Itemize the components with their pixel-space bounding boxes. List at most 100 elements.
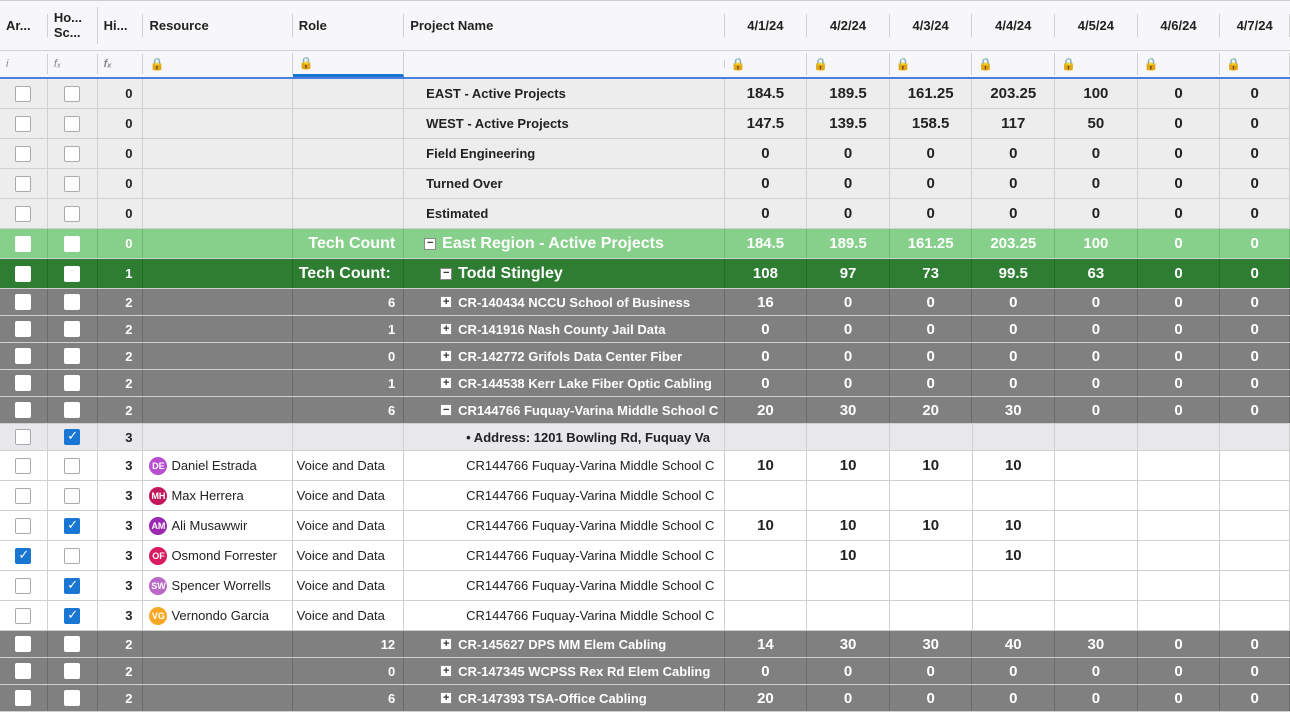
day-cell[interactable]: 203.25 [972,229,1055,258]
resource-row[interactable]: 3 DEDaniel Estrada Voice and Data CR1447… [0,451,1290,481]
day-cell[interactable] [1138,451,1221,480]
day-cell[interactable] [890,481,973,510]
day-cell[interactable] [1055,571,1138,600]
project-row[interactable]: 2 6 +CR-140434 NCCU School of Business16… [0,289,1290,316]
day-cell[interactable]: 20 [725,685,808,711]
col-date-0[interactable]: 4/1/24 [725,14,808,37]
checkbox[interactable] [64,86,80,102]
checkbox[interactable] [64,375,80,391]
checkbox[interactable] [15,321,31,337]
day-cell[interactable]: 10 [725,451,808,480]
day-cell[interactable]: 63 [1055,259,1138,288]
checkbox[interactable] [15,429,31,445]
project-row[interactable]: 2 6 −CR144766 Fuquay-Varina Middle Schoo… [0,397,1290,424]
day-cell[interactable]: 0 [890,316,973,342]
day-cell[interactable]: 30 [972,397,1055,423]
expand-icon[interactable]: + [440,665,452,677]
day-cell[interactable]: 0 [1220,259,1290,288]
day-cell[interactable]: 0 [890,685,973,711]
checkbox[interactable] [15,488,31,504]
checkbox[interactable] [64,578,80,594]
region-row[interactable]: 0 Tech Count −East Region - Active Proje… [0,229,1290,259]
resource-name[interactable]: OFOsmond Forrester [143,541,292,570]
checkbox[interactable] [64,663,80,679]
day-cell[interactable]: 0 [1220,631,1290,657]
checkbox[interactable] [64,488,80,504]
expand-icon[interactable]: + [440,638,452,650]
day-cell[interactable]: 0 [890,289,973,315]
checkbox[interactable] [15,236,31,252]
day-cell[interactable]: 10 [807,541,890,570]
day-cell[interactable]: 147.5 [725,109,808,138]
day-cell[interactable]: 100 [1055,79,1138,108]
day-cell[interactable]: 0 [1138,658,1221,684]
day-cell[interactable]: 10 [973,541,1056,570]
checkbox[interactable] [64,429,80,445]
day-cell[interactable] [1138,511,1221,540]
project-name[interactable]: +CR-145627 DPS MM Elem Cabling [404,631,724,657]
day-cell[interactable]: 0 [1138,343,1221,369]
day-cell[interactable] [1055,481,1138,510]
checkbox[interactable] [64,116,80,132]
collapse-icon[interactable]: − [440,268,452,280]
day-cell[interactable]: 0 [1220,229,1290,258]
day-cell[interactable]: 0 [1220,685,1290,711]
checkbox[interactable] [64,146,80,162]
day-cell[interactable]: 0 [972,199,1055,228]
col-date-5[interactable]: 4/6/24 [1138,14,1221,37]
day-cell[interactable]: 0 [807,289,890,315]
day-cell[interactable]: 0 [807,316,890,342]
day-cell[interactable]: 0 [890,139,973,168]
day-cell[interactable]: 0 [1138,316,1221,342]
day-cell[interactable] [890,541,973,570]
checkbox[interactable] [15,690,31,706]
day-cell[interactable]: 10 [973,451,1056,480]
day-cell[interactable]: 0 [972,289,1055,315]
day-cell[interactable]: 0 [807,169,890,198]
expand-icon[interactable]: + [440,692,452,704]
day-cell[interactable] [1138,571,1221,600]
col-hi[interactable]: Hi... [98,14,144,37]
day-cell[interactable] [1220,601,1290,630]
day-cell[interactable]: 0 [1055,169,1138,198]
day-cell[interactable]: 0 [725,370,808,396]
expand-icon[interactable]: + [440,377,452,389]
checkbox[interactable] [15,578,31,594]
day-cell[interactable]: 14 [725,631,808,657]
day-cell[interactable] [1220,541,1290,570]
day-cell[interactable]: 10 [890,451,973,480]
col-ar[interactable]: Ar... [0,14,48,37]
day-cell[interactable]: 0 [1055,343,1138,369]
day-cell[interactable] [1055,451,1138,480]
day-cell[interactable]: 10 [725,511,808,540]
project-name[interactable]: +CR-141916 Nash County Jail Data [404,316,724,342]
project-name[interactable]: +CR-147393 TSA-Office Cabling [404,685,724,711]
day-cell[interactable]: 0 [1055,316,1138,342]
day-cell[interactable]: 0 [1138,631,1221,657]
day-cell[interactable]: 0 [1220,658,1290,684]
day-cell[interactable]: 108 [725,259,808,288]
day-cell[interactable]: 0 [1138,229,1221,258]
day-cell[interactable]: 0 [1220,139,1290,168]
checkbox[interactable] [15,608,31,624]
day-cell[interactable]: 20 [725,397,808,423]
day-cell[interactable]: 0 [1138,259,1221,288]
collapse-icon[interactable]: − [424,238,436,250]
day-cell[interactable]: 0 [890,658,973,684]
day-cell[interactable]: 189.5 [807,229,890,258]
day-cell[interactable]: 0 [972,343,1055,369]
checkbox[interactable] [15,206,31,222]
day-cell[interactable]: 0 [1220,370,1290,396]
day-cell[interactable]: 73 [890,259,973,288]
resource-name[interactable]: VGVernondo Garcia [143,601,292,630]
day-cell[interactable]: 0 [1138,79,1221,108]
day-cell[interactable]: 0 [1055,397,1138,423]
project-row[interactable]: 2 1 +CR-144538 Kerr Lake Fiber Optic Cab… [0,370,1290,397]
day-cell[interactable] [1138,601,1221,630]
project-name[interactable]: +CR-142772 Grifols Data Center Fiber [404,343,724,369]
day-cell[interactable]: 100 [1055,229,1138,258]
checkbox[interactable] [15,375,31,391]
day-cell[interactable]: 203.25 [972,79,1055,108]
day-cell[interactable]: 30 [890,631,973,657]
project-name[interactable]: −CR144766 Fuquay-Varina Middle School C [404,397,724,423]
